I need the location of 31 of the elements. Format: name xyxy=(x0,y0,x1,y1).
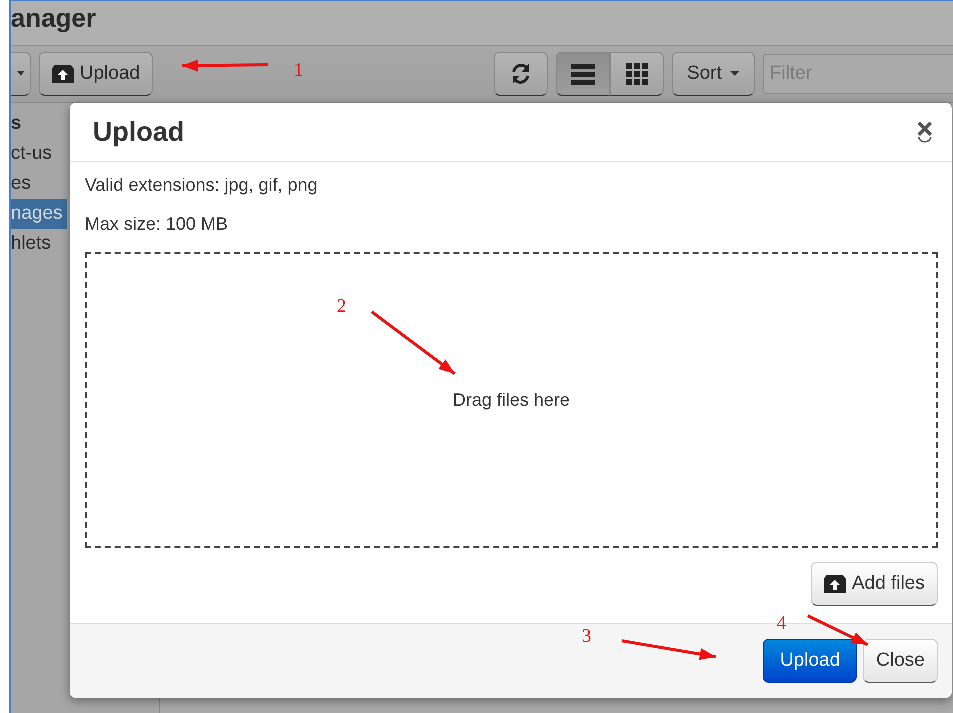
close-icon[interactable] xyxy=(916,120,934,144)
list-view-button[interactable] xyxy=(556,52,610,96)
annotation-number: 1 xyxy=(294,60,304,81)
annotation-arrow xyxy=(807,614,869,646)
grid-view-button[interactable] xyxy=(610,52,664,96)
drop-zone-text: Drag files here xyxy=(452,390,570,410)
sort-button[interactable]: Sort xyxy=(672,52,755,96)
annotation-number: 3 xyxy=(582,626,592,647)
dropdown-button[interactable] xyxy=(11,52,31,96)
upload-button[interactable]: Upload xyxy=(39,52,154,96)
app-title: anager xyxy=(11,2,96,35)
upload-button[interactable]: Upload xyxy=(763,639,858,683)
caret-icon xyxy=(730,71,740,77)
sidebar-item[interactable]: ct-us xyxy=(11,139,67,169)
annotation-number: 4 xyxy=(777,613,786,634)
info-text: Max size: 100 MB xyxy=(85,213,230,235)
list-icon xyxy=(571,63,596,85)
add-files-button[interactable]: Add files xyxy=(811,562,938,606)
dialog-title: Upload xyxy=(93,116,184,148)
refresh-button[interactable] xyxy=(494,52,548,96)
close-button[interactable]: Close xyxy=(863,639,938,683)
upload-icon xyxy=(52,65,74,83)
grid-icon xyxy=(626,63,648,85)
sidebar-item[interactable]: es xyxy=(11,169,67,199)
sidebar-item[interactable]: hlets xyxy=(11,229,67,259)
annotation-number: 2 xyxy=(337,296,346,317)
upload-icon xyxy=(824,575,846,593)
info-text: Valid extensions: jpg, gif, png xyxy=(85,174,319,196)
sidebar-item[interactable]: nages xyxy=(11,199,67,229)
sidebar-heading: s xyxy=(11,112,23,136)
caret-icon xyxy=(16,71,24,77)
